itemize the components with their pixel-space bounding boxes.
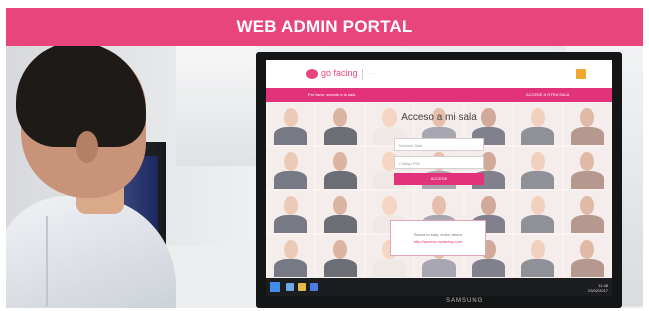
header-banner: WEB ADMIN PORTAL (6, 8, 643, 46)
banner-title: WEB ADMIN PORTAL (236, 17, 413, 36)
help-text: Busca tu sala, entra, ahora (414, 232, 462, 237)
main-monitor: go facing ·· · · Por favor, accede a tu … (256, 52, 622, 308)
app-topbar: go facing ·· · · (266, 60, 612, 88)
room-name-field[interactable]: Nombre Sala (394, 138, 484, 151)
pink-dot-logo-icon (306, 69, 318, 79)
shirt-seam (46, 216, 48, 306)
help-box: Busca tu sala, entra, ahora http://acces… (390, 220, 486, 256)
help-link[interactable]: http://access.myfacing.com (391, 239, 485, 244)
background-window (176, 46, 256, 166)
access-button[interactable]: ACCEDE (394, 173, 484, 185)
brand-logo-subtext: ·· · · (366, 71, 374, 76)
logo-divider (362, 69, 363, 80)
other-room-link[interactable]: ACCEDE A OTRA SALA (526, 92, 569, 97)
photo-scene: go facing ·· · · Por favor, accede a tu … (6, 46, 643, 308)
app-task-icon[interactable] (310, 283, 318, 291)
subbar-instruction: Por favor, accede a tu sala (308, 92, 356, 97)
monitor-brand-label: SAMSUNG (446, 298, 484, 304)
taskbar-date: 23/02/2017 (588, 288, 609, 293)
taskbar-clock: 11:48 23/02/2017 (588, 283, 608, 293)
login-title: Acceso a mi sala (401, 112, 477, 123)
browser-task-icon[interactable] (286, 283, 294, 291)
pin-code-field[interactable]: Código PIN (394, 156, 484, 169)
hamburger-menu-icon[interactable] (576, 69, 586, 79)
monitor-screen: go facing ·· · · Por favor, accede a tu … (266, 60, 612, 296)
person-ear (76, 131, 98, 163)
app-subbar: Por favor, accede a tu sala ACCEDE A OTR… (266, 88, 612, 102)
os-taskbar: 11:48 23/02/2017 (266, 278, 612, 296)
brand-logo-text: go facing (321, 68, 358, 78)
folder-task-icon[interactable] (298, 283, 306, 291)
windows-start-icon[interactable] (270, 282, 280, 292)
